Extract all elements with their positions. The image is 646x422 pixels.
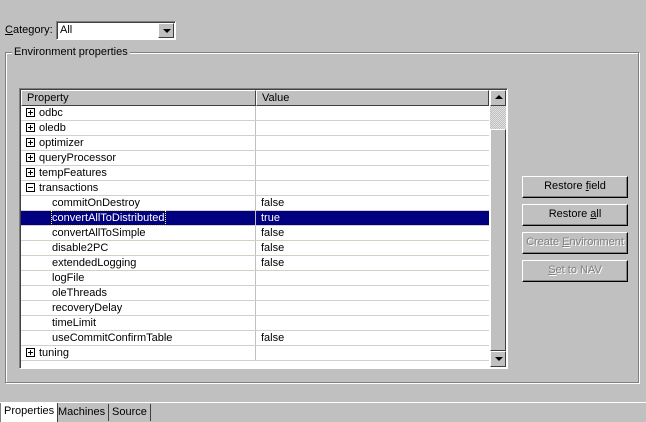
property-name: tempFeatures: [39, 167, 107, 179]
restore-all-button[interactable]: Restore all: [522, 204, 628, 226]
scroll-down-button[interactable]: [490, 351, 506, 367]
tab-machines[interactable]: Machines: [55, 404, 110, 421]
property-name-cell[interactable]: extendedLogging: [21, 256, 256, 270]
grid-row[interactable]: odbc: [21, 106, 489, 121]
property-name-cell[interactable]: logFile: [21, 271, 256, 285]
tab-properties[interactable]: Properties: [0, 403, 59, 422]
grid-row[interactable]: extendedLogging false: [21, 256, 489, 271]
property-name-cell[interactable]: optimizer: [21, 136, 256, 150]
grid-row[interactable]: logFile: [21, 271, 489, 286]
expand-plus-icon[interactable]: [26, 123, 35, 132]
grid-row[interactable]: tempFeatures: [21, 166, 489, 181]
property-name-cell[interactable]: recoveryDelay: [21, 301, 256, 315]
group-title: Environment properties: [12, 46, 130, 58]
property-name-cell[interactable]: tuning: [21, 346, 256, 360]
scroll-thumb[interactable]: [490, 129, 506, 351]
grid-row[interactable]: convertAllToDistributed true: [21, 210, 489, 226]
property-name-cell[interactable]: timeLimit: [21, 316, 256, 330]
property-value-cell[interactable]: false: [261, 196, 284, 210]
property-name-cell[interactable]: convertAllToSimple: [21, 226, 256, 240]
vertical-scrollbar[interactable]: [490, 90, 506, 367]
property-name-cell[interactable]: queryProcessor: [21, 151, 256, 165]
create-environment-button[interactable]: Create Environment: [522, 232, 628, 254]
property-name: queryProcessor: [39, 152, 117, 164]
category-dropdown[interactable]: All: [56, 21, 176, 40]
expand-plus-icon[interactable]: [26, 108, 35, 117]
column-header-value[interactable]: Value: [256, 90, 489, 106]
restore-field-button[interactable]: Restore field: [522, 176, 628, 198]
grid-row[interactable]: queryProcessor: [21, 151, 489, 166]
property-value-cell[interactable]: false: [261, 256, 284, 270]
expand-plus-icon[interactable]: [26, 348, 35, 357]
property-name: logFile: [52, 272, 85, 284]
grid-row[interactable]: transactions: [21, 181, 489, 196]
expand-plus-icon[interactable]: [26, 138, 35, 147]
property-name: oleThreads: [52, 287, 108, 299]
grid-row[interactable]: optimizer: [21, 136, 489, 151]
collapse-minus-icon[interactable]: [26, 183, 35, 192]
property-name: oledb: [39, 122, 66, 134]
grid-row[interactable]: recoveryDelay: [21, 301, 489, 316]
category-label: Category:: [5, 24, 53, 36]
grid-row[interactable]: commitOnDestroy false: [21, 196, 489, 211]
property-name-cell[interactable]: convertAllToDistributed: [21, 210, 256, 226]
scroll-up-button[interactable]: [490, 90, 506, 106]
property-value-cell[interactable]: false: [261, 226, 284, 240]
property-name: extendedLogging: [52, 257, 137, 269]
grid-row[interactable]: convertAllToSimple false: [21, 226, 489, 241]
chevron-down-icon: [163, 29, 171, 33]
column-header-property[interactable]: Property: [21, 90, 256, 106]
property-name: odbc: [39, 107, 63, 119]
property-name-cell[interactable]: oledb: [21, 121, 256, 135]
arrow-up-icon: [495, 95, 503, 99]
arrow-down-icon: [495, 357, 503, 361]
property-name: recoveryDelay: [52, 302, 123, 314]
grid-rows: odbc oledb optimizer queryProcessor tempFeat…: [21, 106, 489, 368]
property-name-cell[interactable]: oleThreads: [21, 286, 256, 300]
property-value-cell[interactable]: false: [261, 241, 284, 255]
property-name-cell[interactable]: disable2PC: [21, 241, 256, 255]
grid-row[interactable]: disable2PC false: [21, 241, 489, 256]
category-selected-value: All: [60, 24, 73, 36]
expand-plus-icon[interactable]: [26, 168, 35, 177]
property-name: optimizer: [39, 137, 84, 149]
property-name-cell[interactable]: useCommitConfirmTable: [21, 331, 256, 345]
property-name: transactions: [39, 182, 99, 194]
grid-row[interactable]: oledb: [21, 121, 489, 136]
property-name-cell[interactable]: commitOnDestroy: [21, 196, 256, 210]
property-name: convertAllToDistributed: [51, 210, 166, 226]
property-name-cell[interactable]: odbc: [21, 106, 256, 120]
properties-grid[interactable]: Property Value odbc oledb optimizer queryPr…: [19, 88, 508, 369]
property-name: timeLimit: [52, 317, 97, 329]
grid-row[interactable]: timeLimit: [21, 316, 489, 331]
property-name-cell[interactable]: tempFeatures: [21, 166, 256, 180]
property-name: convertAllToSimple: [52, 227, 146, 239]
dropdown-button[interactable]: [158, 23, 174, 38]
property-name: useCommitConfirmTable: [52, 332, 173, 344]
grid-row[interactable]: oleThreads: [21, 286, 489, 301]
grid-row[interactable]: tuning: [21, 346, 489, 361]
property-name: commitOnDestroy: [52, 197, 141, 209]
tab-source[interactable]: Source: [109, 404, 151, 421]
grid-row[interactable]: useCommitConfirmTable false: [21, 331, 489, 346]
property-value-cell[interactable]: true: [261, 211, 280, 225]
expand-plus-icon[interactable]: [26, 153, 35, 162]
property-value-cell[interactable]: false: [261, 331, 284, 345]
property-name: tuning: [39, 347, 69, 359]
property-name: disable2PC: [52, 242, 109, 254]
property-name-cell[interactable]: transactions: [21, 181, 256, 195]
set-to-nav-button[interactable]: Set to NAV: [522, 260, 628, 282]
